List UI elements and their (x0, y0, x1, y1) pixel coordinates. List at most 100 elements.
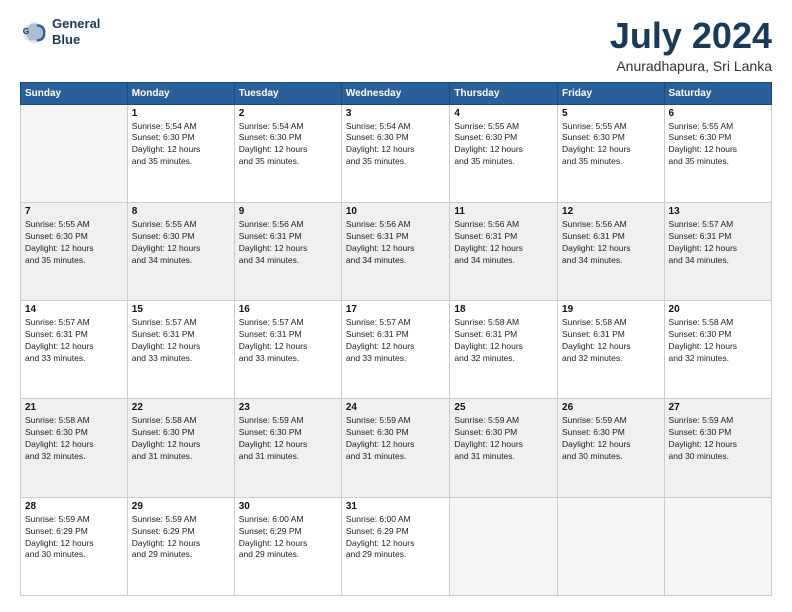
day-info: Sunrise: 5:55 AM Sunset: 6:30 PM Dayligh… (25, 219, 123, 267)
svg-text:G: G (23, 25, 30, 35)
calendar-cell: 27 Sunrise: 5:59 AM Sunset: 6:30 PM Dayli… (664, 399, 771, 497)
day-number: 11 (454, 206, 553, 217)
day-number: 6 (669, 108, 767, 119)
calendar-cell: 20Sunrise: 5:58 AM Sunset: 6:30 PM Dayli… (664, 301, 771, 399)
day-info: Sunrise: 5:59 AM Sunset: 6:29 PM Dayligh… (25, 514, 123, 562)
calendar-header-sunday: Sunday (21, 82, 128, 104)
calendar-cell: 25Sunrise: 5:59 AM Sunset: 6:30 PM Dayli… (450, 399, 558, 497)
day-number: 31 (346, 501, 446, 512)
calendar-cell: 14 Sunrise: 5:57 AM Sunset: 6:31 PM Dayli… (21, 301, 128, 399)
calendar-cell: 4 Sunrise: 5:55 AM Sunset: 6:30 PM Daylig… (450, 104, 558, 202)
day-number: 5 (562, 108, 660, 119)
day-number: 3 (346, 108, 446, 119)
day-info: Sunrise: 5:56 AM Sunset: 6:31 PM Dayligh… (346, 219, 446, 267)
day-info: Sunrise: 5:59 AM Sunset: 6:29 PM Dayligh… (132, 514, 230, 562)
day-number: 4 (454, 108, 553, 119)
day-number: 15 (132, 304, 230, 315)
page: G General Blue July 2024 Anuradhapura, S… (0, 0, 792, 612)
calendar-cell: 28Sunrise: 5:59 AM Sunset: 6:29 PM Dayli… (21, 497, 128, 595)
day-info: Sunrise: 5:59 AM Sunset: 6:30 PM Dayligh… (239, 415, 337, 463)
day-info: Sunrise: 5:57 AM Sunset: 6:31 PM Dayligh… (346, 317, 446, 365)
logo-line2: Blue (52, 32, 100, 48)
day-number: 18 (454, 304, 553, 315)
day-info: Sunrise: 5:54 AM Sunset: 6:30 PM Dayligh… (132, 121, 230, 169)
calendar-table: SundayMondayTuesdayWednesdayThursdayFrid… (20, 82, 772, 596)
day-info: Sunrise: 5:55 AM Sunset: 6:30 PM Dayligh… (132, 219, 230, 267)
day-number: 12 (562, 206, 660, 217)
day-info: Sunrise: 5:59 AM Sunset: 6:30 PM Dayligh… (562, 415, 660, 463)
day-info: Sunrise: 5:57 AM Sunset: 6:31 PM Dayligh… (25, 317, 123, 365)
day-number: 27 (669, 402, 767, 413)
calendar-cell: 11Sunrise: 5:56 AM Sunset: 6:31 PM Dayli… (450, 202, 558, 300)
day-number: 1 (132, 108, 230, 119)
day-info: Sunrise: 5:58 AM Sunset: 6:31 PM Dayligh… (454, 317, 553, 365)
calendar-cell: 15 Sunrise: 5:57 AM Sunset: 6:31 PM Dayli… (127, 301, 234, 399)
day-info: Sunrise: 5:55 AM Sunset: 6:30 PM Dayligh… (669, 121, 767, 169)
day-info: Sunrise: 5:57 AM Sunset: 6:31 PM Dayligh… (132, 317, 230, 365)
day-info: Sunrise: 5:57 AM Sunset: 6:31 PM Dayligh… (239, 317, 337, 365)
subtitle: Anuradhapura, Sri Lanka (610, 58, 772, 74)
calendar-cell: 16 Sunrise: 5:57 AM Sunset: 6:31 PM Dayli… (234, 301, 341, 399)
logo: G General Blue (20, 16, 100, 47)
day-number: 29 (132, 501, 230, 512)
main-title: July 2024 (610, 16, 772, 56)
calendar-header-wednesday: Wednesday (341, 82, 450, 104)
calendar-cell (21, 104, 128, 202)
day-number: 2 (239, 108, 337, 119)
calendar-week-row: 1 Sunrise: 5:54 AM Sunset: 6:30 PM Daylig… (21, 104, 772, 202)
logo-icon: G (20, 18, 48, 46)
calendar-cell (664, 497, 771, 595)
calendar-week-row: 28Sunrise: 5:59 AM Sunset: 6:29 PM Dayli… (21, 497, 772, 595)
calendar-header-friday: Friday (558, 82, 665, 104)
calendar-cell: 22 Sunrise: 5:58 AM Sunset: 6:30 PM Dayli… (127, 399, 234, 497)
calendar-cell: 17 Sunrise: 5:57 AM Sunset: 6:31 PM Dayli… (341, 301, 450, 399)
calendar-cell: 13 Sunrise: 5:57 AM Sunset: 6:31 PM Dayli… (664, 202, 771, 300)
calendar-header-saturday: Saturday (664, 82, 771, 104)
day-info: Sunrise: 5:55 AM Sunset: 6:30 PM Dayligh… (454, 121, 553, 169)
calendar-cell: 3 Sunrise: 5:54 AM Sunset: 6:30 PM Daylig… (341, 104, 450, 202)
day-info: Sunrise: 5:57 AM Sunset: 6:31 PM Dayligh… (669, 219, 767, 267)
calendar-cell: 12 Sunrise: 5:56 AM Sunset: 6:31 PM Dayli… (558, 202, 665, 300)
day-number: 26 (562, 402, 660, 413)
calendar-cell: 1 Sunrise: 5:54 AM Sunset: 6:30 PM Daylig… (127, 104, 234, 202)
header: G General Blue July 2024 Anuradhapura, S… (20, 16, 772, 74)
calendar-cell: 7 Sunrise: 5:55 AM Sunset: 6:30 PM Daylig… (21, 202, 128, 300)
day-number: 21 (25, 402, 123, 413)
calendar-cell: 18 Sunrise: 5:58 AM Sunset: 6:31 PM Dayli… (450, 301, 558, 399)
calendar-cell: 31 Sunrise: 6:00 AM Sunset: 6:29 PM Dayli… (341, 497, 450, 595)
calendar-cell: 6 Sunrise: 5:55 AM Sunset: 6:30 PM Daylig… (664, 104, 771, 202)
calendar-cell: 23 Sunrise: 5:59 AM Sunset: 6:30 PM Dayli… (234, 399, 341, 497)
day-info: Sunrise: 5:58 AM Sunset: 6:30 PM Dayligh… (132, 415, 230, 463)
calendar-cell: 5Sunrise: 5:55 AM Sunset: 6:30 PM Daylig… (558, 104, 665, 202)
calendar-week-row: 7 Sunrise: 5:55 AM Sunset: 6:30 PM Daylig… (21, 202, 772, 300)
calendar-cell: 2Sunrise: 5:54 AM Sunset: 6:30 PM Daylig… (234, 104, 341, 202)
calendar-week-row: 21 Sunrise: 5:58 AM Sunset: 6:30 PM Dayli… (21, 399, 772, 497)
day-number: 13 (669, 206, 767, 217)
calendar-cell (558, 497, 665, 595)
calendar-cell: 8Sunrise: 5:55 AM Sunset: 6:30 PM Daylig… (127, 202, 234, 300)
calendar-cell: 30Sunrise: 6:00 AM Sunset: 6:29 PM Dayli… (234, 497, 341, 595)
day-number: 22 (132, 402, 230, 413)
day-number: 19 (562, 304, 660, 315)
day-number: 14 (25, 304, 123, 315)
day-info: Sunrise: 5:56 AM Sunset: 6:31 PM Dayligh… (562, 219, 660, 267)
day-info: Sunrise: 5:59 AM Sunset: 6:30 PM Dayligh… (669, 415, 767, 463)
day-number: 16 (239, 304, 337, 315)
day-number: 9 (239, 206, 337, 217)
day-number: 7 (25, 206, 123, 217)
calendar-cell: 29 Sunrise: 5:59 AM Sunset: 6:29 PM Dayli… (127, 497, 234, 595)
day-number: 17 (346, 304, 446, 315)
calendar-cell: 24Sunrise: 5:59 AM Sunset: 6:30 PM Dayli… (341, 399, 450, 497)
day-info: Sunrise: 5:59 AM Sunset: 6:30 PM Dayligh… (346, 415, 446, 463)
calendar-header-row: SundayMondayTuesdayWednesdayThursdayFrid… (21, 82, 772, 104)
day-number: 23 (239, 402, 337, 413)
day-info: Sunrise: 5:56 AM Sunset: 6:31 PM Dayligh… (239, 219, 337, 267)
calendar-cell: 10 Sunrise: 5:56 AM Sunset: 6:31 PM Dayli… (341, 202, 450, 300)
day-number: 10 (346, 206, 446, 217)
title-block: July 2024 Anuradhapura, Sri Lanka (610, 16, 772, 74)
day-info: Sunrise: 5:54 AM Sunset: 6:30 PM Dayligh… (346, 121, 446, 169)
day-info: Sunrise: 6:00 AM Sunset: 6:29 PM Dayligh… (346, 514, 446, 562)
calendar-cell: 21 Sunrise: 5:58 AM Sunset: 6:30 PM Dayli… (21, 399, 128, 497)
logo-line1: General (52, 16, 100, 32)
day-info: Sunrise: 5:58 AM Sunset: 6:30 PM Dayligh… (25, 415, 123, 463)
